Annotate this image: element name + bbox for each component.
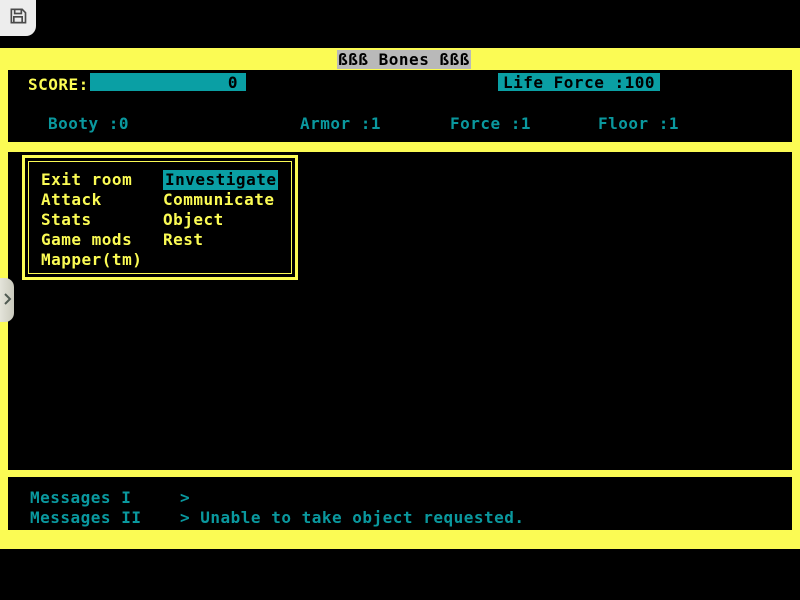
action-menu-inner: Exit room Attack Stats Game mods Mapper(… xyxy=(28,161,292,274)
score-bar: 0 xyxy=(90,73,246,91)
messages-2-label: Messages II xyxy=(30,508,141,527)
title-bar: ßßß Bones ßßß xyxy=(337,50,471,69)
messages-1-prompt: > xyxy=(180,488,190,507)
menu-item-object[interactable]: Object xyxy=(163,210,278,230)
life-force-value: Life Force :100 xyxy=(503,73,655,92)
side-drawer-handle[interactable] xyxy=(0,278,14,322)
menu-column-right: Investigate Communicate Object Rest xyxy=(163,170,278,250)
menu-item-exit-room[interactable]: Exit room xyxy=(41,170,142,190)
stats-panel: SCORE: 0 Life Force :100 Booty :0 Armor … xyxy=(8,70,792,142)
menu-column-left: Exit room Attack Stats Game mods Mapper(… xyxy=(41,170,142,270)
stat-armor: Armor :1 xyxy=(300,114,381,133)
menu-item-investigate[interactable]: Investigate xyxy=(163,170,278,190)
main-panel: Exit room Attack Stats Game mods Mapper(… xyxy=(8,152,792,470)
save-icon xyxy=(8,6,28,30)
menu-item-game-mods[interactable]: Game mods xyxy=(41,230,142,250)
menu-item-attack[interactable]: Attack xyxy=(41,190,142,210)
menu-item-communicate[interactable]: Communicate xyxy=(163,190,278,210)
stat-floor: Floor :1 xyxy=(598,114,679,133)
score-label: SCORE: xyxy=(28,75,89,94)
life-force-badge: Life Force :100 xyxy=(498,73,660,91)
stat-booty: Booty :0 xyxy=(48,114,129,133)
game-title: ßßß Bones ßßß xyxy=(338,50,470,69)
menu-item-rest[interactable]: Rest xyxy=(163,230,278,250)
menu-item-mapper[interactable]: Mapper(tm) xyxy=(41,250,142,270)
save-button[interactable] xyxy=(0,0,36,36)
stat-force: Force :1 xyxy=(450,114,531,133)
messages-1-label: Messages I xyxy=(30,488,131,507)
action-menu: Exit room Attack Stats Game mods Mapper(… xyxy=(22,155,298,280)
messages-panel: Messages I > Messages II > Unable to tak… xyxy=(8,477,792,530)
game-frame: ßßß Bones ßßß SCORE: 0 Life Force :100 B… xyxy=(0,48,800,549)
game-screen: ßßß Bones ßßß SCORE: 0 Life Force :100 B… xyxy=(0,0,800,600)
menu-item-stats[interactable]: Stats xyxy=(41,210,142,230)
chevron-right-icon xyxy=(3,291,12,310)
messages-2-text: > Unable to take object requested. xyxy=(180,508,525,527)
score-value: 0 xyxy=(228,73,238,92)
